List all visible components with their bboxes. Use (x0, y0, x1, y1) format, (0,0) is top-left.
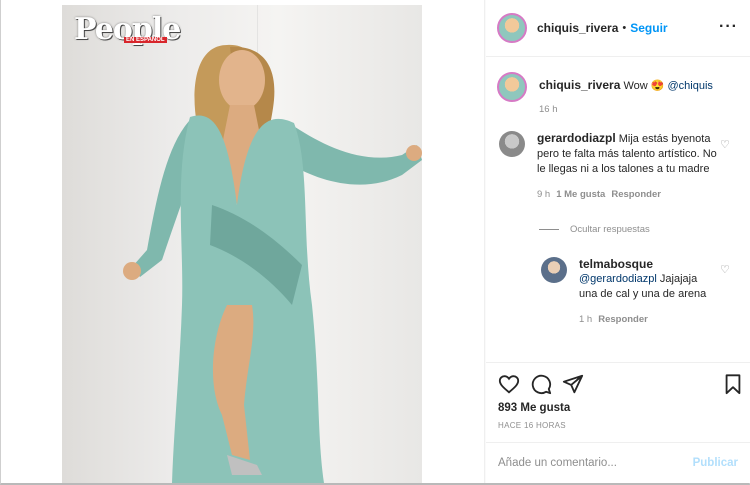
comment-likes[interactable]: 1 Me gusta (556, 187, 605, 202)
like-heart-icon[interactable] (498, 373, 520, 395)
hide-replies-line (539, 229, 559, 230)
publish-button[interactable]: Publicar (693, 457, 738, 469)
comments-list[interactable]: chiquis_rivera Wow 😍 @chiquis 16 h gerar… (486, 58, 750, 362)
caption-body: chiquis_rivera Wow 😍 @chiquis 16 h (539, 78, 713, 117)
caption-meta: 16 h (539, 102, 713, 117)
commenter-avatar[interactable] (499, 131, 525, 157)
reply-meta: 1 h Responder (579, 312, 709, 327)
post-timestamp[interactable]: HACE 16 HORAS (498, 421, 566, 430)
reply-mention[interactable]: @gerardodiazpl (579, 273, 657, 285)
comment-time[interactable]: 9 h (537, 187, 550, 202)
caption-avatar[interactable] (497, 72, 527, 102)
likes-count[interactable]: 893 Me gusta (498, 402, 570, 414)
reply-body: telmabosque @gerardodiazpl Jajajaja una … (579, 257, 709, 327)
comment-body: gerardodiazpl Mija estás byenota pero te… (537, 131, 717, 202)
author-username[interactable]: chiquis_rivera (537, 21, 618, 35)
caption-time[interactable]: 16 h (539, 102, 558, 117)
share-paper-plane-icon[interactable] (562, 373, 584, 395)
post-header: chiquis_rivera • Seguir ··· (486, 0, 750, 57)
caption-row: chiquis_rivera Wow 😍 @chiquis 16 h (497, 72, 713, 117)
reply-row: telmabosque @gerardodiazpl Jajajaja una … (541, 257, 721, 327)
post-media-area: People EN ESPAÑOL (1, 0, 485, 483)
comment-meta: 9 h 1 Me gusta Responder (537, 187, 717, 202)
reply-username[interactable]: telmabosque (579, 257, 709, 272)
people-logo-sub: EN ESPAÑOL (124, 37, 167, 43)
comment-reply-button[interactable]: Responder (611, 187, 661, 202)
add-comment-input[interactable] (498, 457, 693, 469)
post-actions: 893 Me gusta HACE 16 HORAS (486, 362, 750, 442)
comment-like-heart-icon[interactable]: ♡ (720, 138, 730, 151)
caption-username[interactable]: chiquis_rivera (539, 78, 620, 92)
separator-dot: • (622, 22, 627, 34)
reply-reply-button[interactable]: Responder (598, 312, 648, 327)
reply-avatar[interactable] (541, 257, 567, 283)
more-options-icon[interactable]: ··· (719, 18, 738, 36)
caption-mention[interactable]: @chiquis (668, 80, 713, 92)
post-sidebar: chiquis_rivera • Seguir ··· chiquis_rive… (486, 0, 750, 483)
save-bookmark-icon[interactable] (722, 373, 744, 395)
comment-bubble-icon[interactable] (530, 373, 552, 395)
author-avatar[interactable] (497, 13, 527, 43)
follow-button[interactable]: Seguir (630, 21, 667, 35)
post-photo[interactable]: People EN ESPAÑOL (62, 5, 422, 483)
hide-replies-toggle[interactable]: Ocultar respuestas (539, 224, 650, 235)
comment-username[interactable]: gerardodiazpl (537, 131, 616, 145)
hide-replies-label: Ocultar respuestas (570, 224, 650, 235)
comment-row: gerardodiazpl Mija estás byenota pero te… (499, 131, 719, 202)
caption-text: Wow 😍 (623, 80, 665, 92)
reply-like-heart-icon[interactable]: ♡ (720, 263, 730, 276)
add-comment-bar: Publicar (486, 442, 750, 483)
woman-in-teal-dress-illustration (123, 44, 422, 483)
reply-time[interactable]: 1 h (579, 312, 592, 327)
author-line: chiquis_rivera • Seguir (537, 21, 668, 35)
instagram-post-modal: People EN ESPAÑOL chiquis_rivera • Segui… (0, 0, 750, 485)
